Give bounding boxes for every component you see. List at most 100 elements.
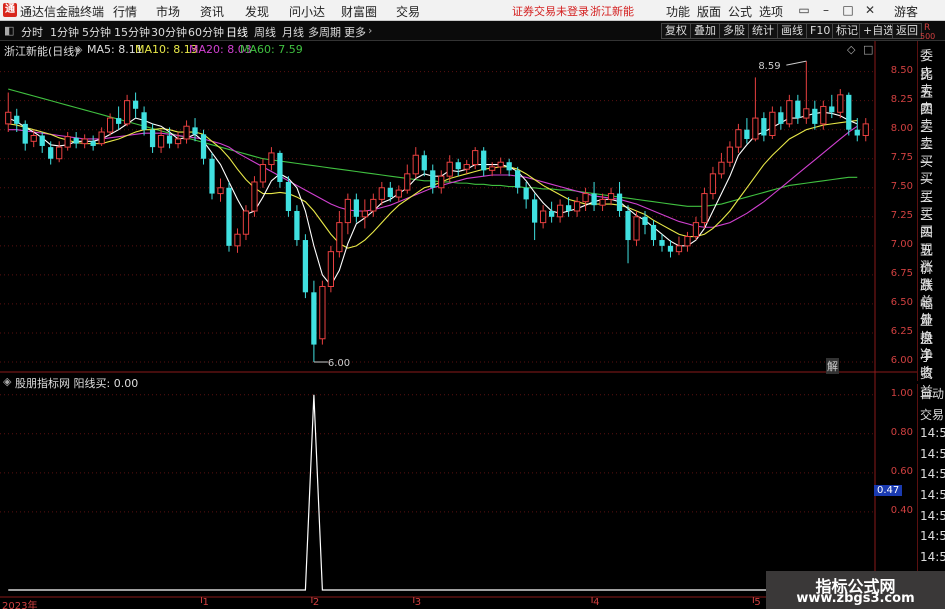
chart-config-icon[interactable]: ◇ <box>847 43 855 56</box>
kline-chart: 8.59 6.00 <box>0 41 917 603</box>
overlay-button[interactable]: 叠加 <box>690 23 720 39</box>
tick-time-label: 14:56 <box>920 446 945 461</box>
menu-xuanxiang[interactable]: 选项 <box>759 3 783 20</box>
candle-body <box>64 136 71 148</box>
watermark-url: www.zbgs3.com <box>796 591 915 606</box>
guest-user-label[interactable]: 游客 <box>894 3 918 20</box>
candle-body <box>761 118 767 136</box>
candle-body <box>277 152 283 182</box>
candle-body <box>769 111 776 137</box>
y-axis-label: 8.25 <box>890 93 913 105</box>
candle-body <box>786 100 793 125</box>
tab-5min[interactable]: 5分钟 <box>82 24 111 40</box>
candle-body <box>81 138 88 145</box>
candle-body <box>684 236 691 247</box>
chart-close-icon[interactable]: □ <box>863 43 873 56</box>
panel-corner-bottom: 500 <box>920 32 936 41</box>
tab-1min[interactable]: 1分钟 <box>50 24 79 40</box>
candle-body <box>132 100 139 109</box>
candle-body <box>795 100 801 119</box>
unlock-marker[interactable]: 解 <box>826 358 839 374</box>
tab-30min[interactable]: 30分钟 <box>151 24 187 40</box>
candle-body <box>650 224 657 241</box>
candle-body <box>412 154 419 175</box>
indicator-settings-icon[interactable]: ◈ <box>3 375 11 388</box>
maximize-icon[interactable]: □ <box>840 2 856 18</box>
candle-body <box>778 112 784 124</box>
more-chevron-icon[interactable]: › <box>368 24 372 37</box>
menu-banmian[interactable]: 版面 <box>697 3 721 20</box>
tab-more[interactable]: 更多 <box>344 24 366 40</box>
current-stock-notice[interactable]: 浙江新能 <box>590 3 634 19</box>
multi-stock-button[interactable]: 多股 <box>719 23 749 39</box>
tab-fenshi[interactable]: 分时 <box>21 24 43 40</box>
candle-body <box>846 94 852 130</box>
candle-body <box>336 222 343 253</box>
toolbar-left-icon[interactable]: ◧ <box>4 24 14 37</box>
tick-time-label[interactable]: 自动 <box>920 385 944 402</box>
candle-body <box>752 117 759 140</box>
tab-multi-period[interactable]: 多周期 <box>308 24 341 40</box>
x-axis-label: 4 <box>593 597 600 608</box>
candle-body <box>268 152 275 166</box>
indicator-y-axis-label: 0.40 <box>890 504 913 516</box>
candle-body <box>506 162 512 171</box>
candle-body <box>209 158 215 194</box>
tab-15min[interactable]: 15分钟 <box>114 24 150 40</box>
title-bar: 通 通达信金融终端 行情 市场 资讯 发现 问小达 财富圈 交易 证券交易未登录… <box>0 0 945 21</box>
minimize-icon[interactable]: – <box>818 2 834 18</box>
x-axis-label: 2023年 <box>2 601 38 609</box>
app-name: 通达信金融终端 <box>20 5 105 19</box>
fuquan-button[interactable]: 复权 <box>661 23 691 39</box>
menu-faxian[interactable]: 发现 <box>245 3 269 20</box>
app-logo-icon: 通 <box>3 3 17 17</box>
watermark-banner: 指标公式网 www.zbgs3.com <box>766 571 945 609</box>
tab-60min[interactable]: 60分钟 <box>188 24 224 40</box>
candle-body <box>735 129 742 148</box>
candle-body <box>259 164 267 183</box>
mark-button[interactable]: 标记 <box>832 23 862 39</box>
candle-body <box>472 150 479 166</box>
back-button[interactable]: 返回 <box>892 23 922 39</box>
tab-weekly[interactable]: 周线 <box>254 24 276 40</box>
tab-monthly[interactable]: 月线 <box>282 24 304 40</box>
candle-body <box>548 211 555 217</box>
indicator-y-axis-label: 1.00 <box>890 387 913 399</box>
f10-button[interactable]: F10 <box>806 23 835 39</box>
menu-zixun[interactable]: 资讯 <box>200 3 224 20</box>
indicator-line <box>8 394 866 591</box>
candle-body <box>344 198 351 224</box>
menu-hangqing[interactable]: 行情 <box>113 3 137 20</box>
window-restore-icon[interactable]: ▭ <box>796 2 812 18</box>
menu-jiaoyi[interactable]: 交易 <box>396 3 420 20</box>
draw-line-button[interactable]: 画线 <box>777 23 807 39</box>
tab-daily[interactable]: 日线 <box>226 24 248 40</box>
tick-time-label: 14:56 <box>920 529 945 544</box>
x-axis-label: 5 <box>754 597 761 608</box>
candle-body <box>523 187 529 200</box>
candle-body <box>607 193 615 200</box>
candle-body <box>378 187 385 200</box>
ma5-line <box>8 111 858 287</box>
menu-shichang[interactable]: 市场 <box>156 3 180 20</box>
menu-wenxiaoda[interactable]: 问小达 <box>289 3 325 20</box>
candle-body <box>625 211 631 241</box>
menu-gongshi[interactable]: 公式 <box>728 3 752 20</box>
close-icon[interactable]: ✕ <box>862 2 878 18</box>
menu-caifuquan[interactable]: 财富圈 <box>341 3 377 20</box>
candle-body <box>692 222 700 238</box>
statistics-button[interactable]: 统计 <box>748 23 778 39</box>
high-price-label: 8.59 <box>758 61 780 72</box>
y-axis-label: 7.50 <box>890 180 913 192</box>
candle-body <box>481 150 487 171</box>
tick-time-label: 交易 <box>920 407 945 422</box>
candle-body <box>726 146 734 163</box>
candle-body <box>22 123 28 144</box>
trade-login-notice[interactable]: 证券交易未登录 <box>512 3 589 19</box>
menu-gongneng[interactable]: 功能 <box>666 3 690 20</box>
candle-body <box>573 201 581 212</box>
candle-body <box>532 199 538 223</box>
quote-panel: R 500 委比 卖五 卖四 卖三 卖二 卖一 买一 买二 买三 买四 买五 现价 涨跌 涨幅 总量 外盘 换手… <box>917 23 945 400</box>
ma-settings-icon[interactable]: ◈ <box>74 43 82 56</box>
candle-body <box>251 181 258 212</box>
